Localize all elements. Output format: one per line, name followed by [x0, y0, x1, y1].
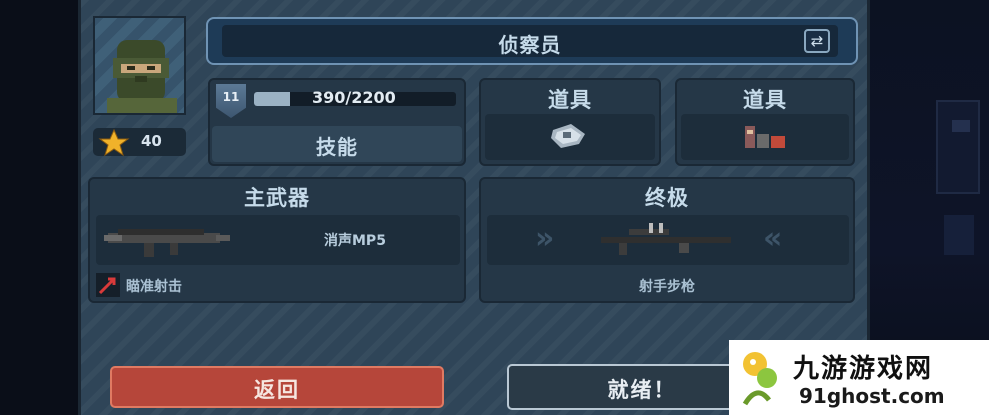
- aimed-shot-icon: [96, 273, 120, 297]
- primary-weapon-name: 消声MP5: [324, 233, 386, 249]
- back-button[interactable]: 返回: [110, 366, 444, 408]
- star-icon: [98, 128, 130, 156]
- xp-bar-fill: [254, 92, 290, 106]
- skill-label: 技能: [316, 135, 358, 159]
- marksman-rifle-icon: [601, 223, 731, 255]
- xp-text: 390/2200: [312, 88, 396, 107]
- primary-weapon-title: 主武器: [244, 186, 310, 210]
- ultimate-weapon-name: 射手步枪: [639, 279, 695, 295]
- background-block: [944, 215, 974, 255]
- primary-ability-name: 瞄准射击: [126, 279, 182, 295]
- level-number: 11: [222, 90, 240, 104]
- watermark-title: 九游游戏网: [793, 354, 934, 384]
- left-background: [0, 0, 78, 415]
- ultimate-box[interactable]: 终极 » « 射手步枪: [479, 177, 855, 303]
- item-slot-1-label: 道具: [548, 88, 592, 112]
- mp5-weapon-icon: [104, 229, 230, 257]
- gadget-icon: [551, 124, 585, 148]
- class-title-bar: 侦察员 ⇄: [206, 17, 858, 65]
- chevron-right-icon: »: [535, 221, 555, 256]
- star-count: 40: [141, 132, 162, 150]
- class-name: 侦察员: [498, 33, 562, 57]
- switch-class-icon[interactable]: ⇄: [804, 29, 830, 53]
- star-rank: 40: [93, 128, 186, 156]
- explosive-icon: [745, 126, 785, 148]
- skill-button[interactable]: 技能: [212, 126, 462, 162]
- ultimate-title: 终极: [645, 186, 689, 210]
- watermark-url: 91ghost.com: [799, 384, 945, 408]
- watermark: 九游游戏网 91ghost.com: [729, 340, 989, 415]
- character-portrait[interactable]: [93, 16, 186, 115]
- watermark-logo-icon: [742, 352, 777, 406]
- item-slot-2[interactable]: 道具: [675, 78, 855, 166]
- back-button-label: 返回: [254, 378, 300, 402]
- primary-weapon-box[interactable]: 主武器 消声MP5 瞄准射击: [88, 177, 466, 303]
- background-building: [936, 100, 980, 194]
- item-slot-1[interactable]: 道具: [479, 78, 661, 166]
- item-slot-2-label: 道具: [743, 88, 787, 112]
- background-window: [952, 120, 970, 132]
- chevron-left-icon: «: [763, 221, 783, 256]
- soldier-face-icon: [107, 40, 177, 113]
